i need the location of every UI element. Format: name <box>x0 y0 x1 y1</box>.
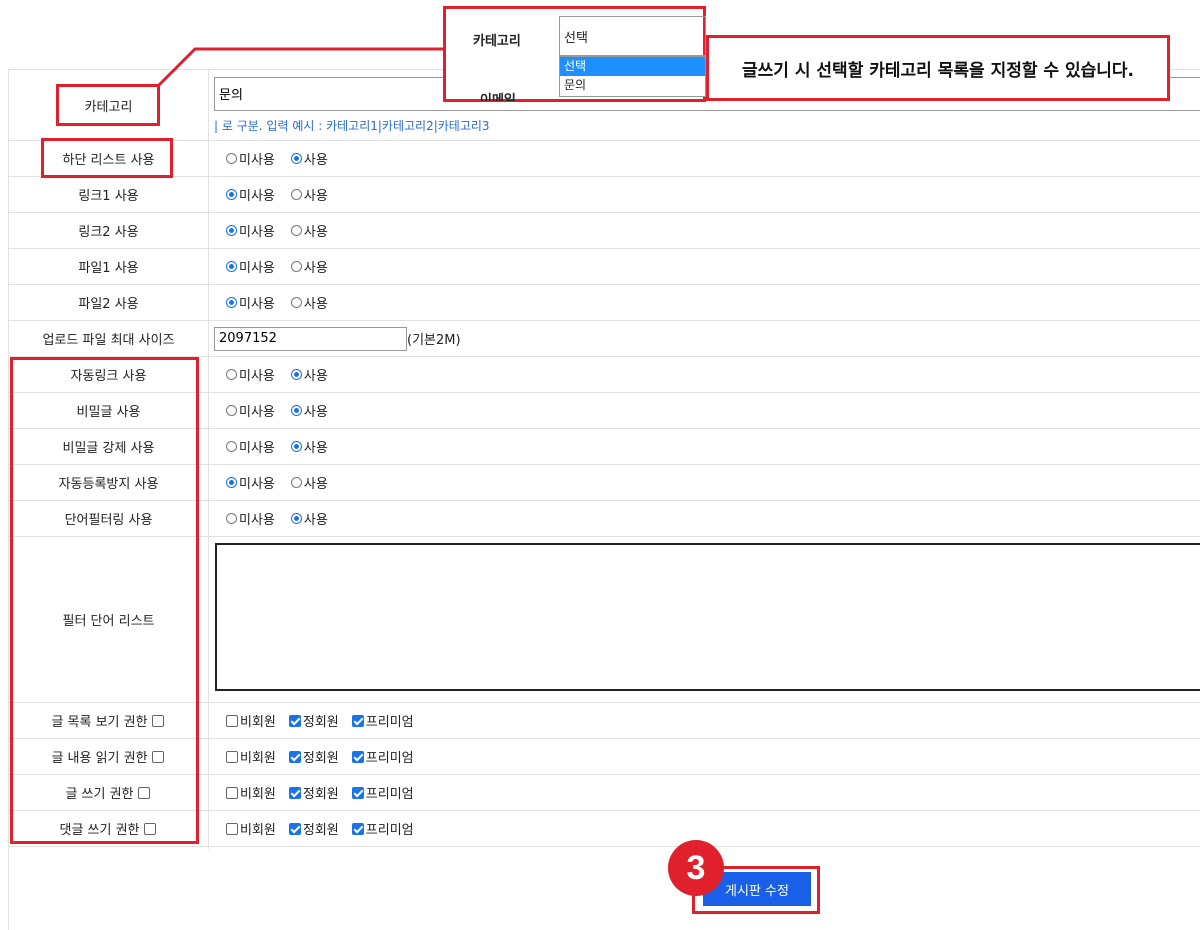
dropdown-option[interactable]: 문의 <box>560 76 705 95</box>
category-dropdown: 선택 문의 <box>559 56 706 97</box>
category-callout: 글쓰기 시 선택할 카테고리 목록을 지정할 수 있습니다. <box>706 35 1170 101</box>
category-popup: 카테고리 이메일 선택 선택 문의 <box>443 6 706 102</box>
popup-email-label: 이메일 <box>480 93 516 101</box>
category-select[interactable]: 선택 <box>559 16 706 56</box>
step-badge: 3 <box>668 840 724 896</box>
callout-connector <box>156 47 445 88</box>
popup-category-label: 카테고리 <box>473 34 521 49</box>
category-select-value: 선택 <box>564 30 588 46</box>
dropdown-option-selected[interactable]: 선택 <box>560 57 705 76</box>
